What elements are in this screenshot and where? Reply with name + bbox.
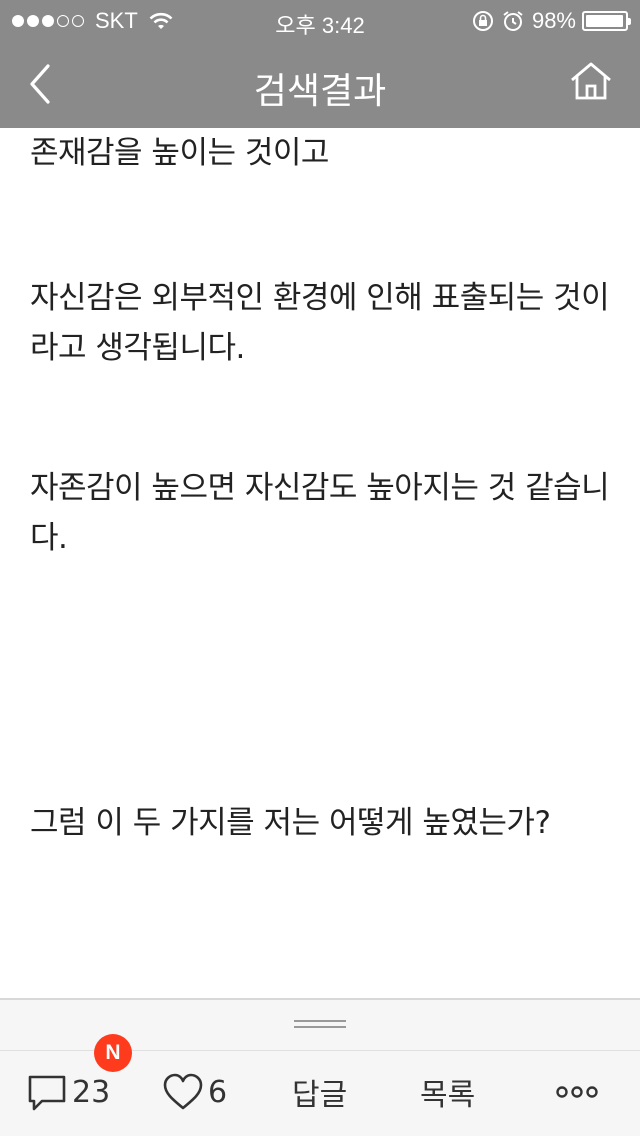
like-button[interactable]: 6 <box>162 1062 227 1122</box>
status-right: 98% <box>472 8 631 34</box>
reply-button[interactable]: 답글 <box>292 1062 347 1122</box>
like-count: 6 <box>208 1074 228 1110</box>
status-bar: SKT 오후 3:42 98% <box>0 0 640 40</box>
battery-icon <box>582 11 631 31</box>
list-label: 목록 <box>420 1078 476 1113</box>
home-button[interactable] <box>568 58 614 106</box>
alarm-icon <box>503 11 523 31</box>
comment-icon <box>28 1075 66 1111</box>
paragraph: 자존감이 높으면 자신감도 높아지는 것 같습니다. <box>30 470 610 556</box>
drag-handle[interactable] <box>294 1020 346 1030</box>
comments-button[interactable]: 23 <box>26 1062 110 1122</box>
battery-percent: 98% <box>531 8 576 33</box>
paragraph: 그럼 이 두 가지를 저는 어떻게 높였는가? <box>30 805 551 841</box>
rotation-lock-icon <box>472 11 493 31</box>
more-button[interactable] <box>556 1062 598 1122</box>
comment-count: 23 <box>72 1074 111 1110</box>
reply-label: 답글 <box>292 1078 348 1113</box>
page-title: 검색결과 <box>253 71 387 112</box>
top-bar: SKT 오후 3:42 98% 검색결과 <box>0 0 640 128</box>
list-button[interactable]: 목록 <box>420 1062 475 1122</box>
nav-bar: 검색결과 <box>0 40 640 128</box>
screen: SKT 오후 3:42 98% 검색결과 존재감을 높이는 것이고 자신감은 외… <box>0 0 640 1136</box>
more-dots-icon <box>556 1086 598 1098</box>
heart-icon <box>163 1073 203 1110</box>
paragraph: 자신감은 외부적인 환경에 인해 표출되는 것이라고 생각됩니다. <box>30 280 610 366</box>
bottom-toolbar: N 23 6 답글 목록 <box>0 998 640 1136</box>
paragraph: 존재감을 높이는 것이고 <box>30 135 329 171</box>
